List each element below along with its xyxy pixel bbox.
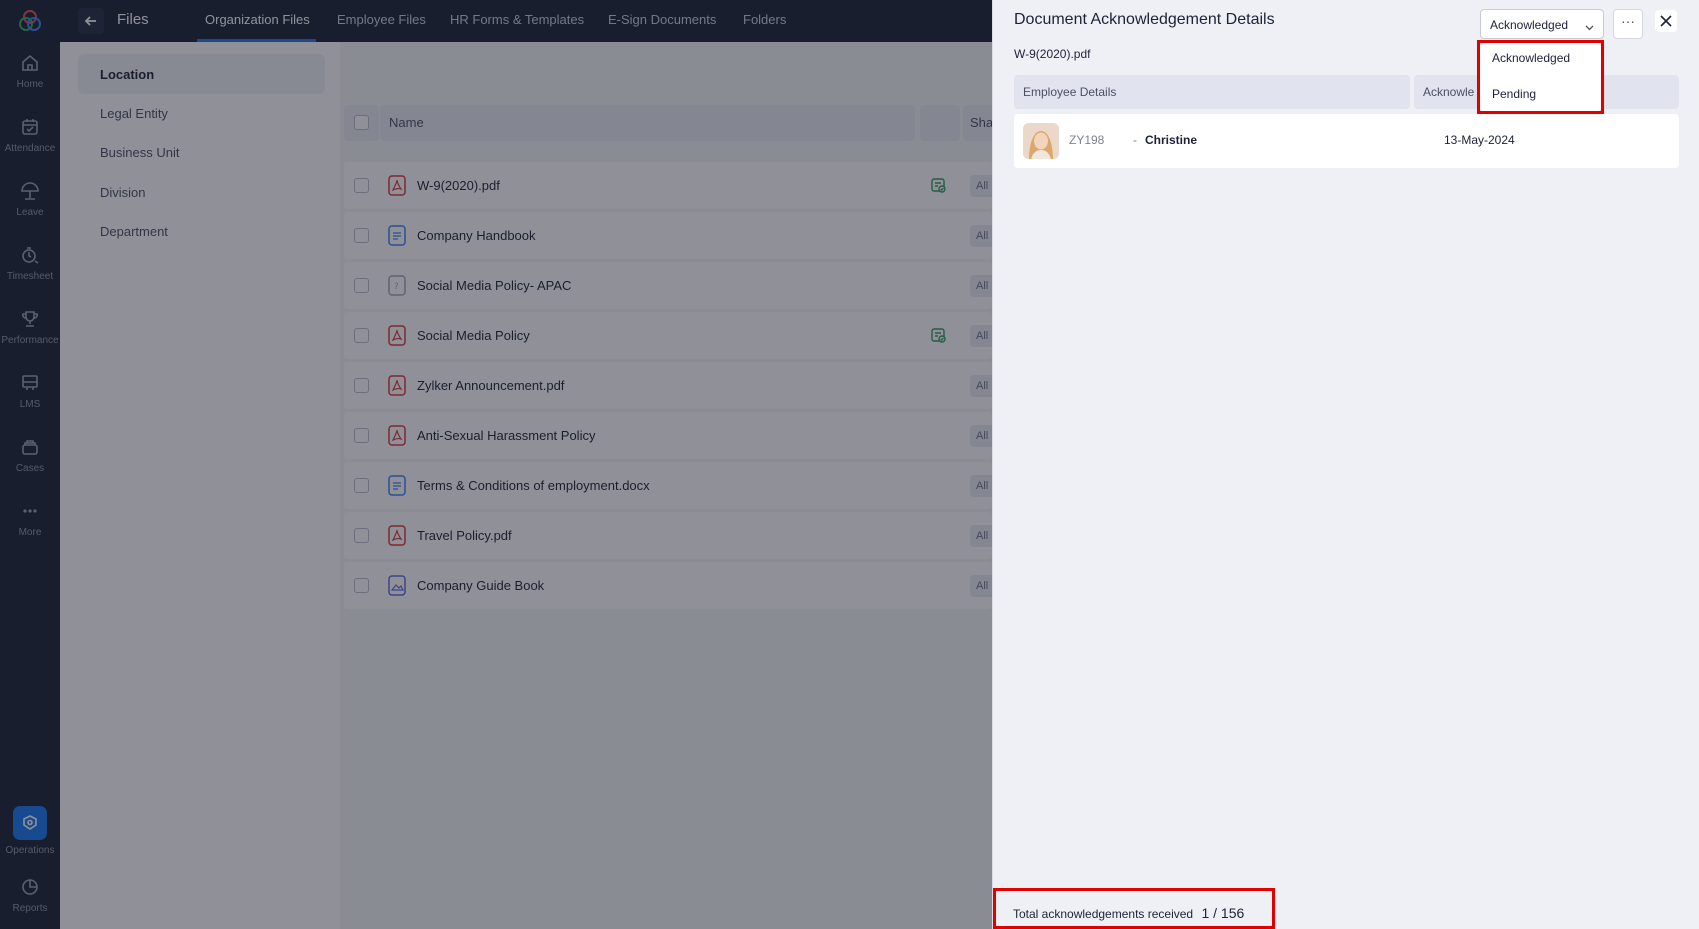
table-row[interactable]: ZY198 - Christine 13-May-2024 [1014,114,1679,168]
drawer-file-name: W-9(2020).pdf [1014,47,1091,61]
column-label: Acknowle [1423,85,1475,99]
more-options-icon: ··· [1621,13,1635,29]
more-options-button[interactable]: ··· [1613,9,1643,39]
acknowledgement-summary: Total acknowledgements received 1 / 156 [1013,905,1244,921]
column-employee-details: Employee Details [1014,75,1410,109]
footer-count: 1 / 156 [1201,905,1245,921]
status-select-value: Acknowledged [1490,18,1569,32]
close-icon [1660,15,1672,27]
footer-label: Total acknowledgements received [1013,907,1194,921]
employee-name[interactable]: Christine [1145,133,1197,147]
close-button[interactable] [1655,10,1677,32]
dropdown-option-acknowledged[interactable]: Acknowledged [1492,51,1570,65]
employee-id: ZY198 [1069,133,1105,147]
status-select[interactable]: Acknowledged [1480,9,1604,39]
avatar [1023,123,1059,159]
modal-overlay[interactable] [0,0,992,929]
separator: - [1133,133,1137,147]
acknowledged-date: 13-May-2024 [1444,133,1515,147]
acknowledgement-drawer: Document Acknowledgement Details W-9(202… [992,0,1699,929]
dropdown-option-pending[interactable]: Pending [1492,87,1536,101]
status-dropdown-menu: Acknowledged Pending [1479,42,1602,112]
chevron-down-icon [1585,21,1594,31]
drawer-title: Document Acknowledgement Details [1014,11,1275,28]
column-label: Employee Details [1023,85,1117,99]
